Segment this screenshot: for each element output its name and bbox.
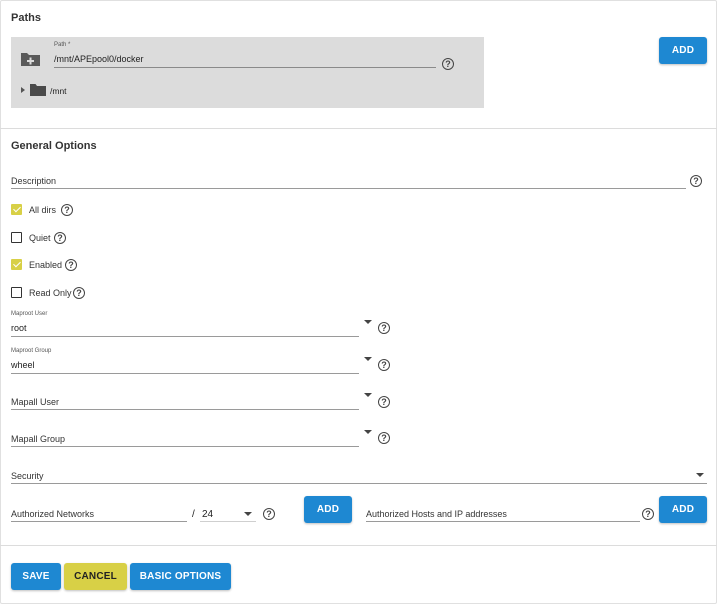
authorized-networks-input[interactable]: Authorized Networks — [11, 509, 94, 519]
read-only-label: Read Only — [29, 288, 72, 298]
add-folder-icon[interactable] — [20, 51, 41, 67]
description-label: Description — [11, 176, 57, 186]
quiet-checkbox[interactable] — [11, 232, 22, 243]
mapall-group-underline — [11, 446, 359, 447]
mapall-user-underline — [11, 409, 359, 410]
mapall-group-caret-icon[interactable] — [364, 430, 372, 434]
network-mask-slash: / — [192, 509, 195, 520]
authorized-hosts-input[interactable]: Authorized Hosts and IP addresses — [366, 509, 507, 519]
all-dirs-label: All dirs — [29, 205, 57, 215]
mapall-group-help-icon[interactable]: ? — [378, 432, 390, 444]
maproot-group-caret-icon[interactable] — [364, 357, 372, 361]
hosts-help-icon[interactable]: ? — [642, 508, 654, 520]
maproot-group-help-icon[interactable]: ? — [378, 359, 390, 371]
path-selector-panel: Path * /mnt/APEpool0/docker ? /mnt — [11, 37, 484, 108]
maproot-group-select[interactable]: wheel — [11, 360, 35, 370]
maproot-user-label: Maproot User — [11, 311, 48, 317]
paths-section-title: Paths — [11, 12, 41, 24]
add-network-button[interactable]: ADD — [304, 496, 352, 523]
folder-icon — [30, 84, 46, 96]
quiet-label: Quiet — [29, 233, 51, 243]
maproot-user-select[interactable]: root — [11, 323, 27, 333]
mapall-user-caret-icon[interactable] — [364, 393, 372, 397]
networks-help-icon[interactable]: ? — [263, 508, 275, 520]
cancel-button[interactable]: CANCEL — [64, 563, 127, 590]
actions-divider — [0, 545, 717, 546]
enabled-checkbox[interactable] — [11, 259, 22, 270]
maproot-user-help-icon[interactable]: ? — [378, 322, 390, 334]
authorized-networks-underline — [11, 521, 187, 522]
path-help-icon[interactable]: ? — [442, 58, 454, 70]
network-mask-caret-icon[interactable] — [244, 512, 252, 516]
network-mask-underline — [200, 521, 256, 522]
add-host-button[interactable]: ADD — [659, 496, 707, 523]
mapall-user-help-icon[interactable]: ? — [378, 396, 390, 408]
network-mask-select[interactable]: 24 — [202, 509, 213, 520]
enabled-help-icon[interactable]: ? — [65, 259, 77, 271]
all-dirs-help-icon[interactable]: ? — [61, 204, 73, 216]
maproot-user-underline — [11, 336, 359, 337]
maproot-group-underline — [11, 373, 359, 374]
mapall-user-select[interactable]: Mapall User — [11, 397, 59, 407]
path-field-label: Path * — [54, 42, 71, 48]
tree-item-mnt[interactable]: /mnt — [50, 86, 67, 96]
path-input-underline — [54, 67, 436, 68]
security-caret-icon[interactable] — [696, 473, 704, 477]
description-help-icon[interactable]: ? — [690, 175, 702, 187]
description-input[interactable] — [11, 188, 686, 189]
maproot-group-label: Maproot Group — [11, 348, 52, 354]
quiet-help-icon[interactable]: ? — [54, 232, 66, 244]
path-input[interactable]: /mnt/APEpool0/docker — [54, 54, 144, 64]
all-dirs-checkbox[interactable] — [11, 204, 22, 215]
general-options-title: General Options — [11, 140, 97, 152]
maproot-user-caret-icon[interactable] — [364, 320, 372, 324]
basic-options-button[interactable]: BASIC OPTIONS — [130, 563, 231, 590]
mapall-group-select[interactable]: Mapall Group — [11, 434, 65, 444]
read-only-checkbox[interactable] — [11, 287, 22, 298]
read-only-help-icon[interactable]: ? — [73, 287, 85, 299]
tree-expand-arrow-icon[interactable] — [21, 87, 25, 93]
save-button[interactable]: SAVE — [11, 563, 61, 590]
authorized-hosts-underline — [366, 521, 640, 522]
enabled-label: Enabled — [29, 260, 63, 270]
security-underline — [11, 483, 707, 484]
section-divider — [0, 128, 717, 129]
security-select[interactable]: Security — [11, 471, 44, 481]
add-path-button[interactable]: ADD — [659, 37, 707, 64]
